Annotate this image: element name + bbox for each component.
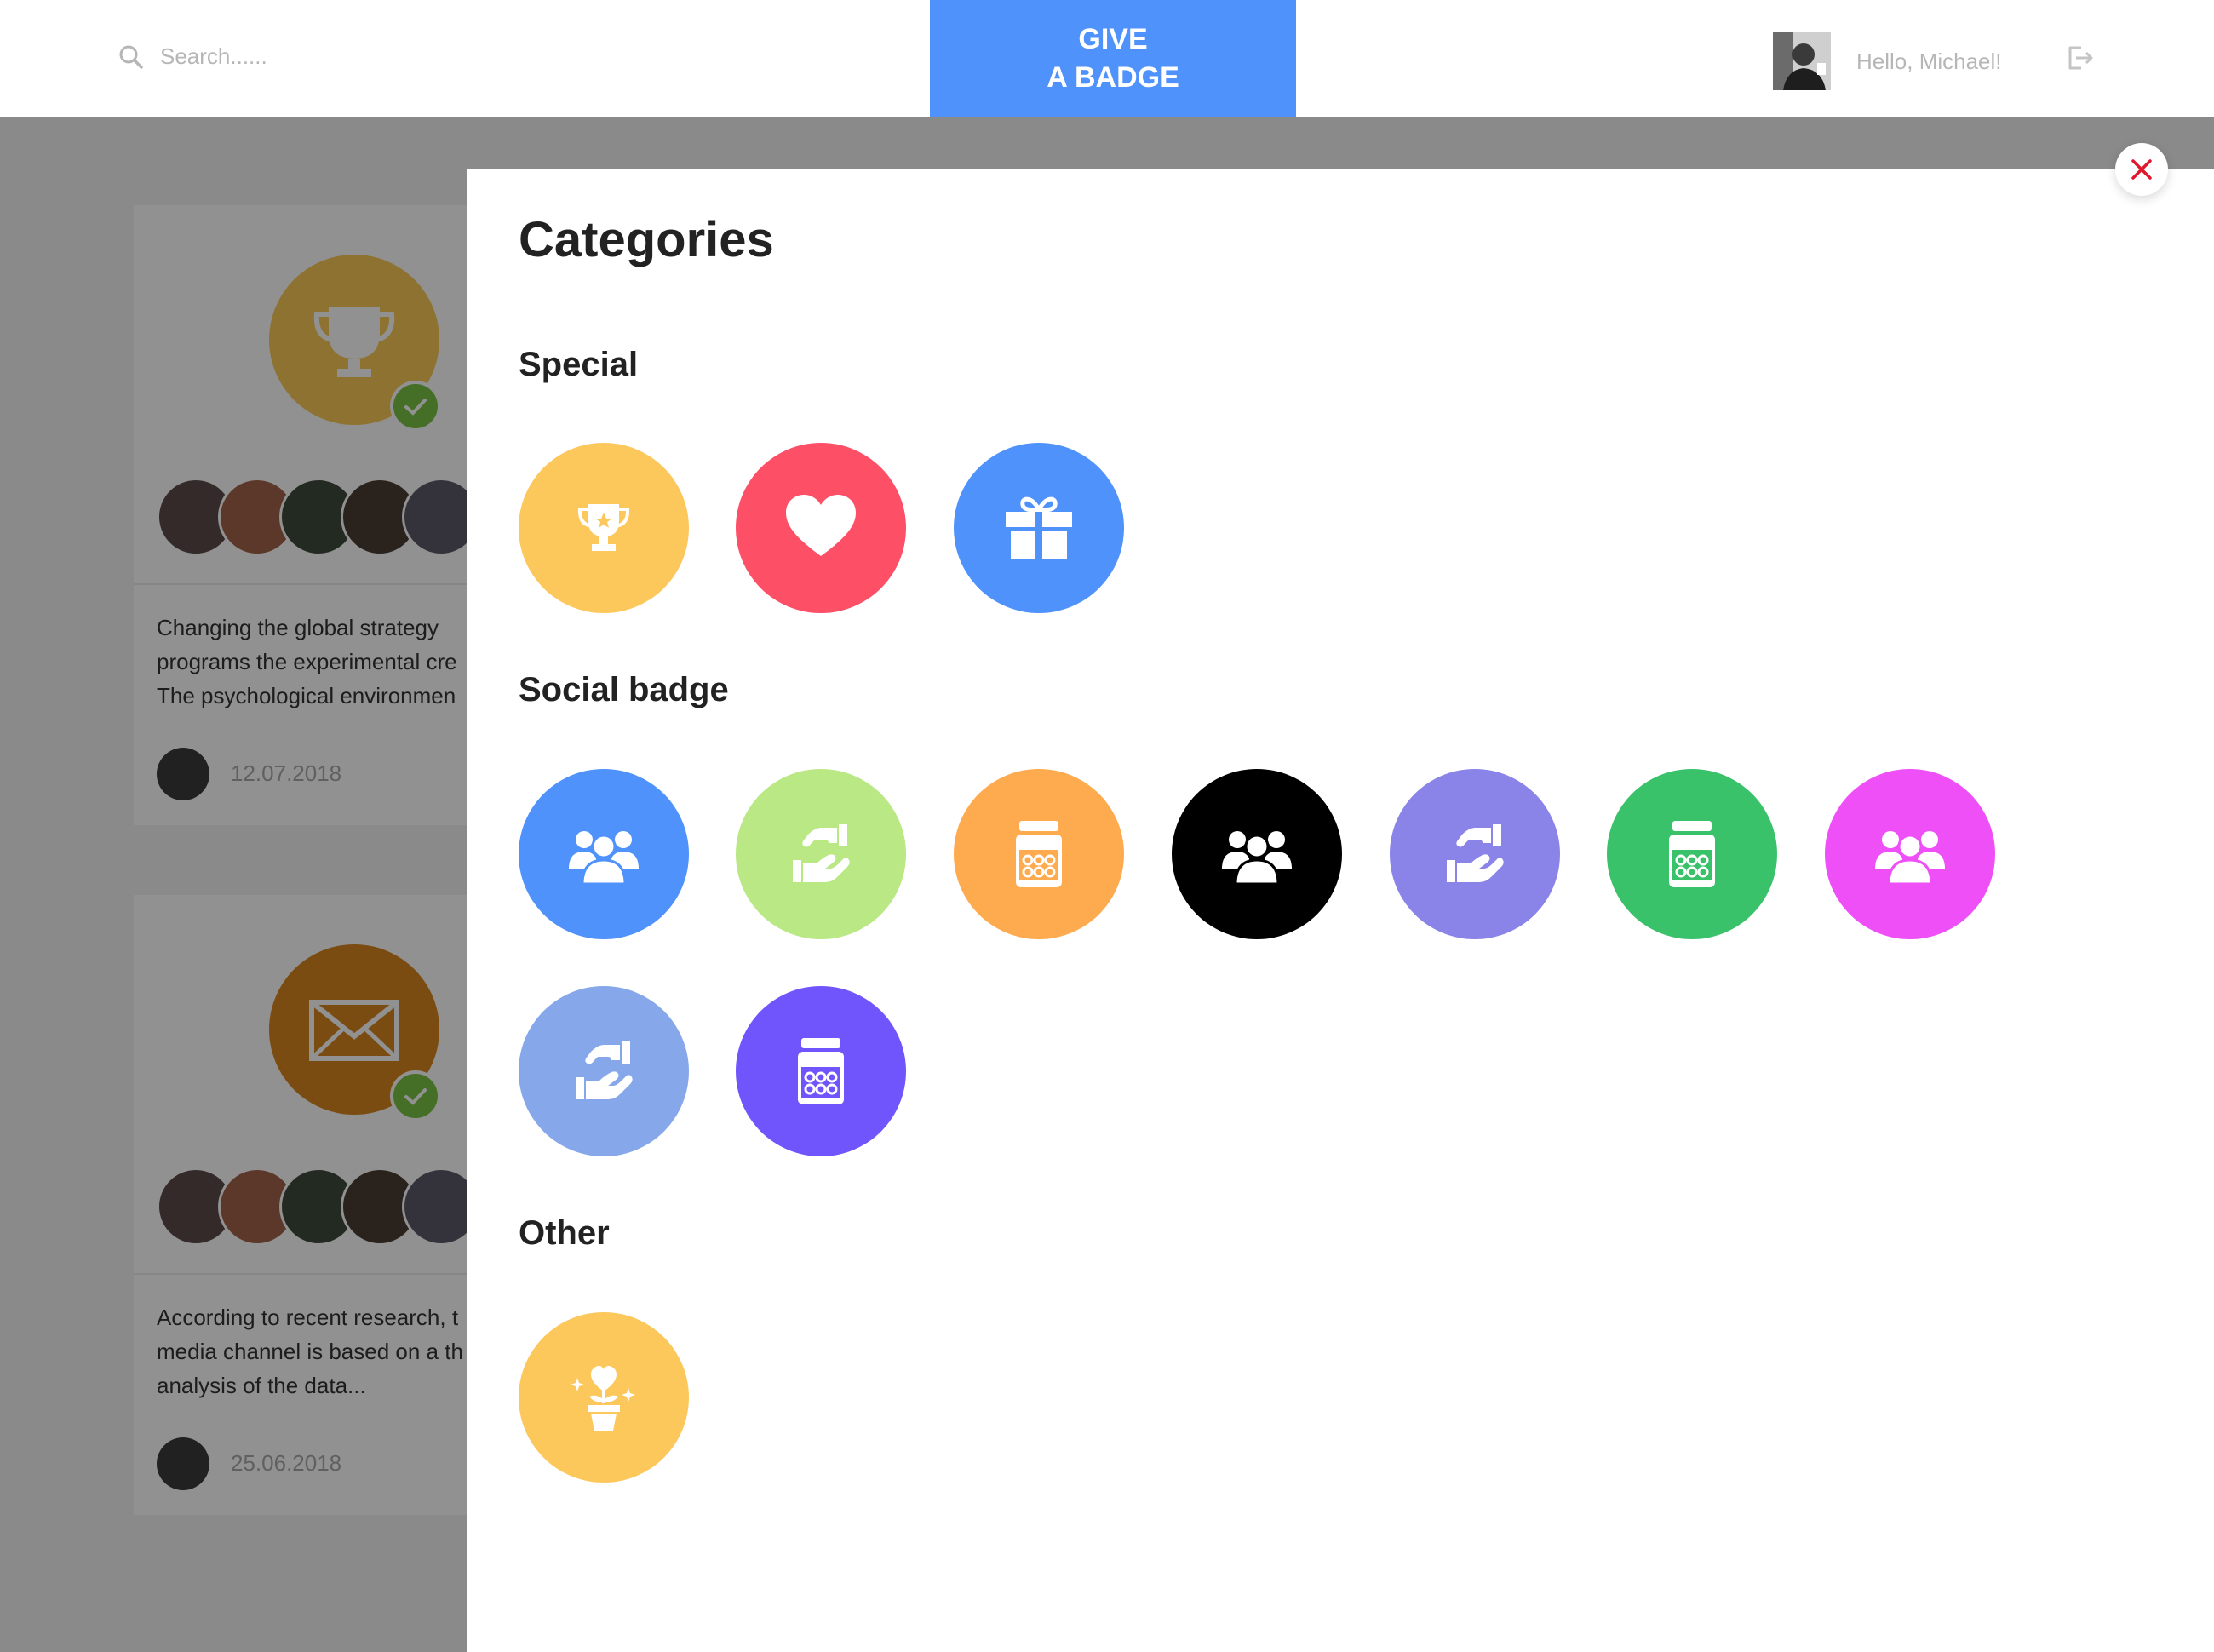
badge-option-handshake-lightblue[interactable] (519, 986, 689, 1156)
badge-option-jar[interactable] (954, 769, 1124, 939)
badge-option-jar-green[interactable] (1607, 769, 1777, 939)
plant-heart-icon (571, 1366, 635, 1431)
search-icon (119, 45, 143, 69)
modal-title: Categories (519, 212, 774, 267)
top-bar: GIVE A BADGE Hello, Michael! (0, 0, 2214, 117)
search-input[interactable] (158, 43, 468, 71)
user-menu[interactable]: Hello, Michael! (1773, 32, 2002, 90)
give-badge-button[interactable]: GIVE A BADGE (930, 0, 1296, 117)
gift-icon (1006, 496, 1072, 559)
jar-icon (1016, 821, 1062, 887)
give-badge-label-line1: GIVE (1078, 22, 1148, 55)
badge-option-handshake-purple[interactable] (1390, 769, 1560, 939)
handshake-icon (576, 1041, 633, 1099)
handshake-icon (1447, 824, 1504, 882)
people-group-icon (1875, 831, 1945, 886)
jar-icon (1669, 821, 1715, 887)
people-group-icon (1222, 831, 1292, 886)
search-box[interactable] (118, 43, 468, 71)
people-group-icon (569, 831, 639, 886)
section-title-special: Special (519, 346, 639, 383)
jar-icon (798, 1038, 844, 1104)
categories-modal: Categories Special Social badge Other (467, 169, 2214, 1652)
badge-option-heart[interactable] (736, 443, 906, 613)
badge-option-team-pink[interactable] (1825, 769, 1995, 939)
logout-icon[interactable] (2064, 43, 2095, 73)
badge-option-team[interactable] (519, 769, 689, 939)
badge-option-gift[interactable] (954, 443, 1124, 613)
trophy-icon (577, 504, 630, 551)
close-button[interactable] (2115, 143, 2168, 196)
badge-option-trophy[interactable] (519, 443, 689, 613)
badge-option-team-black[interactable] (1172, 769, 1342, 939)
badge-option-jar-violet[interactable] (736, 986, 906, 1156)
section-title-social-badge: Social badge (519, 671, 729, 708)
greeting-text: Hello, Michael! (1856, 48, 2002, 74)
give-badge-label-line2: A BADGE (1047, 60, 1179, 94)
section-title-other: Other (519, 1214, 610, 1252)
badge-option-handshake[interactable] (736, 769, 906, 939)
avatar[interactable] (1773, 32, 1831, 90)
close-icon (2131, 159, 2152, 180)
handshake-icon (793, 824, 850, 882)
heart-icon (786, 495, 856, 556)
badge-option-plant[interactable] (519, 1312, 689, 1483)
